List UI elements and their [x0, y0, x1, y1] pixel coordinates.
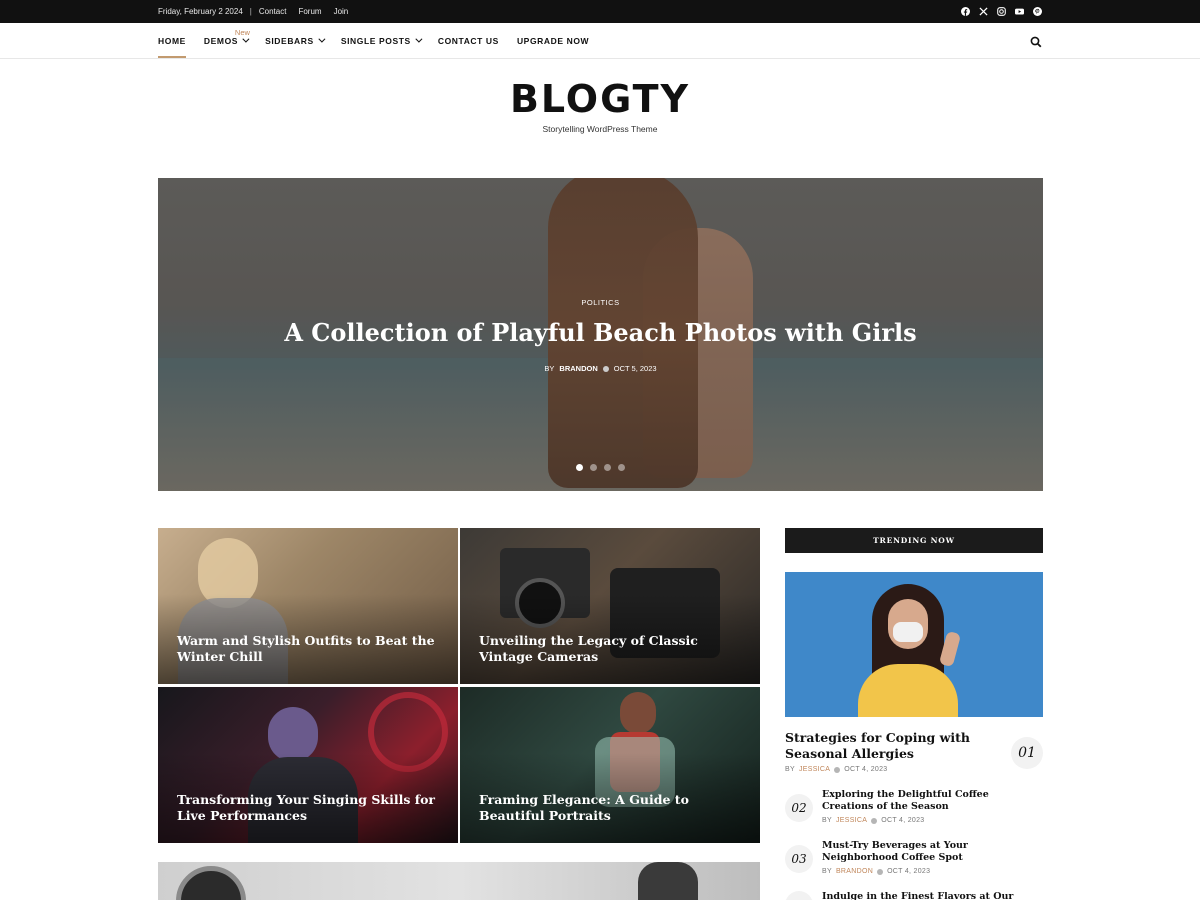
nav-home-label: HOME	[158, 35, 186, 46]
meta-author[interactable]: JESSICA	[836, 817, 867, 824]
image-figure	[893, 622, 923, 642]
social-links	[961, 0, 1042, 23]
post-card[interactable]: Transforming Your Singing Skills for Liv…	[158, 687, 458, 843]
trending-featured-image[interactable]	[785, 572, 1043, 717]
trending-heading: TRENDING NOW	[785, 528, 1043, 553]
hero-meta: BY BRANDON OCT 5, 2023	[158, 364, 1043, 373]
youtube-icon[interactable]	[1015, 7, 1024, 16]
meta-by: BY	[822, 817, 832, 824]
instagram-icon[interactable]	[997, 7, 1006, 16]
nav-contact-us-label: CONTACT US	[437, 35, 499, 46]
card-image	[638, 862, 698, 900]
meta-by: BY	[785, 766, 795, 773]
x-icon[interactable]	[979, 7, 988, 16]
site-tagline: Storytelling WordPress Theme	[542, 124, 658, 134]
trending-title[interactable]: Indulge in the Finest Flavors at Our Res…	[822, 891, 1043, 900]
nav-item-upgrade-now[interactable]: UPGRADE NOW	[517, 23, 589, 58]
image-figure	[858, 664, 958, 717]
card-image	[620, 692, 656, 734]
top-bar: Friday, February 2 2024 | Contact Forum …	[0, 0, 1200, 23]
nav-item-single-posts[interactable]: SINGLE POSTS	[340, 23, 423, 58]
slider-dot[interactable]	[576, 464, 583, 471]
meta-date: OCT 4, 2023	[887, 868, 931, 875]
nav-item-sidebars[interactable]: SIDEBARS	[265, 23, 326, 58]
facebook-icon[interactable]	[961, 7, 970, 16]
meta-date: OCT 4, 2023	[844, 766, 888, 773]
post-card-partial[interactable]	[158, 862, 760, 900]
nav-single-posts-label: SINGLE POSTS	[340, 35, 411, 46]
trending-number: 01	[1011, 737, 1043, 769]
current-date: Friday, February 2 2024	[158, 7, 243, 16]
top-link-join[interactable]: Join	[334, 7, 349, 16]
hero-slider[interactable]: POLITICS A Collection of Playful Beach P…	[158, 178, 1043, 491]
post-card[interactable]: Framing Elegance: A Guide to Beautiful P…	[460, 687, 760, 843]
slider-dot[interactable]	[590, 464, 597, 471]
trending-title[interactable]: Exploring the Delightful Coffee Creation…	[822, 789, 1043, 813]
meta-date: OCT 4, 2023	[881, 817, 925, 824]
slider-dot[interactable]	[604, 464, 611, 471]
trending-meta: BY JESSICA OCT 4, 2023	[785, 766, 887, 773]
top-link-forum[interactable]: Forum	[298, 7, 321, 16]
post-title[interactable]: Framing Elegance: A Guide to Beautiful P…	[479, 792, 740, 824]
new-badge: New	[234, 28, 250, 37]
hero-date: OCT 5, 2023	[613, 364, 657, 373]
hero-category[interactable]: POLITICS	[158, 298, 1043, 307]
meta-by: BY	[822, 868, 832, 875]
post-title[interactable]: Warm and Stylish Outfits to Beat the Win…	[177, 633, 438, 665]
nav-upgrade-now-label: UPGRADE NOW	[516, 35, 590, 46]
clock-icon	[871, 817, 878, 824]
pinterest-icon[interactable]	[1033, 7, 1042, 16]
nav-item-demos[interactable]: New DEMOS	[203, 23, 250, 58]
clock-icon	[877, 868, 884, 875]
post-title[interactable]: Transforming Your Singing Skills for Liv…	[177, 792, 438, 824]
top-bar-separator: |	[249, 7, 252, 16]
meta-author[interactable]: JESSICA	[799, 766, 830, 773]
nav-sidebars-label: SIDEBARS	[265, 35, 314, 46]
top-bar-left: Friday, February 2 2024 | Contact Forum …	[158, 0, 360, 23]
main-nav: HOME New DEMOS SIDEBARS SINGLE POSTS CON…	[0, 23, 1200, 59]
slider-dots	[158, 464, 1043, 471]
trending-number: 02	[785, 794, 813, 822]
hero-author[interactable]: BRANDON	[559, 364, 597, 373]
watch-image	[176, 866, 246, 900]
hero-content: POLITICS A Collection of Playful Beach P…	[158, 178, 1043, 491]
hero-by: BY	[544, 364, 555, 373]
slider-dot[interactable]	[618, 464, 625, 471]
site-brand[interactable]: BLOGTY	[0, 78, 1200, 120]
site-logo[interactable]: BLOGTY Storytelling WordPress Theme	[0, 78, 1200, 134]
top-link-contact[interactable]: Contact	[259, 7, 287, 16]
post-card[interactable]: Unveiling the Legacy of Classic Vintage …	[460, 528, 760, 684]
trending-meta: BY JESSICA OCT 4, 2023	[822, 817, 924, 824]
nav-item-contact-us[interactable]: CONTACT US	[438, 23, 499, 58]
post-title[interactable]: Unveiling the Legacy of Classic Vintage …	[479, 633, 740, 665]
chevron-down-icon	[415, 35, 423, 43]
trending-title[interactable]: Must-Try Beverages at Your Neighborhood …	[822, 840, 1043, 864]
search-icon[interactable]	[1030, 35, 1042, 48]
trending-number: 04	[785, 891, 813, 900]
hero-title[interactable]: A Collection of Playful Beach Photos wit…	[158, 318, 1043, 347]
nav-item-home[interactable]: HOME	[158, 23, 186, 58]
trending-number: 03	[785, 845, 813, 873]
nav-items: HOME New DEMOS SIDEBARS SINGLE POSTS CON…	[158, 23, 607, 58]
trending-title[interactable]: Strategies for Coping with Seasonal Alle…	[785, 730, 1000, 762]
nav-demos-label: DEMOS	[203, 35, 239, 46]
clock-icon	[834, 766, 841, 773]
meta-author[interactable]: BRANDON	[836, 868, 873, 875]
trending-meta: BY BRANDON OCT 4, 2023	[822, 868, 930, 875]
chevron-down-icon	[318, 35, 326, 43]
post-card[interactable]: Warm and Stylish Outfits to Beat the Win…	[158, 528, 458, 684]
clock-icon	[602, 365, 609, 372]
